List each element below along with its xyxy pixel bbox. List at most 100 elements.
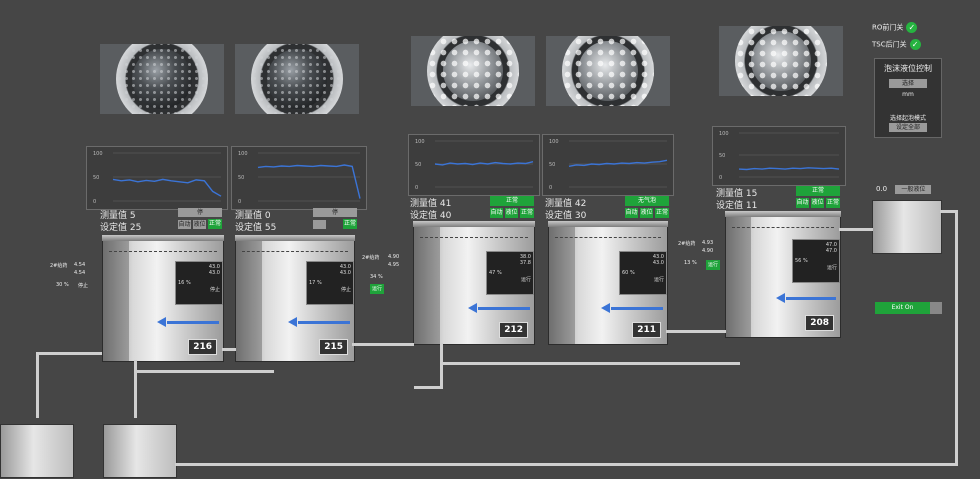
level-button[interactable]: 液位 [640,208,653,218]
check-icon: ✓ [906,22,918,33]
flow-arrow-icon [468,303,477,313]
set-label: 设定值 [545,211,573,221]
flow-arrow-icon [601,303,610,313]
y-tick-label: 50 [238,175,244,181]
trend-chart-216: 100 50 0 [86,146,228,210]
level-button[interactable]: 液位 [505,208,518,218]
status-ok-badge: 正常 [826,198,840,208]
tank-controller[interactable]: 43.0 43.0 16 % 停止 [175,261,223,305]
trend-line [738,167,840,171]
set-label: 设定值 [410,211,438,221]
level-indicator-button[interactable]: 一般液位 [895,185,932,194]
trend-chart-215: 100 50 0 [231,146,367,210]
set-all-button[interactable]: 设定全部 [889,123,927,132]
y-tick-label: 0 [415,185,418,191]
status-ok-badge: 正常 [655,208,669,218]
y-tick-label: 0 [549,185,552,191]
foam-unit: mm [902,91,914,98]
outlet-tank-middle[interactable] [103,424,177,478]
valve-run-badge: 运行 [706,260,720,270]
y-tick-label: 0 [719,175,722,181]
camera-view-208[interactable] [719,26,843,96]
pipe [666,330,726,333]
camera-view-211[interactable] [546,36,670,106]
mode-button[interactable]: 正常 [796,186,840,196]
camera-view-216[interactable] [100,44,224,114]
foam-mode-label: 选择起泡模式 [889,115,926,122]
set-label: 设定值 [716,201,744,211]
pipe [134,370,274,373]
set-value: 40 [439,211,452,221]
pipe [440,362,740,365]
trend-chart-211: 100 50 0 [542,134,674,196]
y-tick-label: 100 [93,151,103,157]
trend-line [434,161,534,166]
trend-chart-svg: 100 50 0 [549,139,668,191]
auto-button[interactable]: 自动 [178,220,191,229]
dosing-valve-1[interactable]: 2#给药 4.54 4.54 30 % 停止 [50,262,98,302]
exit-on-toggle[interactable]: Exit On [875,302,930,314]
tank-216[interactable]: 43.0 43.0 16 % 停止 216 [102,235,224,362]
flow-arrow [298,321,350,324]
pipe [36,352,102,355]
dosing-valve-2[interactable]: 2#给药 4.90 4.95 34 % 运行 [362,254,410,294]
camera-view-215[interactable] [235,44,359,114]
outlet-tank-left[interactable] [0,424,74,478]
tank-controller[interactable]: 47.0 47.0 56 % 运行 [792,239,840,283]
tank-controller[interactable]: 43.0 43.0 60 % 运行 [619,251,667,295]
y-tick-label: 0 [93,199,96,205]
trend-line [112,178,222,197]
tank-208[interactable]: 47.0 47.0 56 % 运行 208 [725,211,841,338]
pipe [134,360,137,418]
flow-arrow-icon [157,317,166,327]
set-value: 11 [745,201,758,211]
tank-number: 215 [319,339,348,355]
holding-tank-right[interactable] [872,200,942,254]
readout-215: 测量值 0 设定值 55 停 正常 [235,207,360,233]
trend-chart-svg: 100 50 0 [415,139,534,191]
foam-control-panel: 泡沫液位控制 选择 mm 选择起泡模式 设定全部 [874,58,942,138]
camera-view-212[interactable] [411,36,535,106]
auto-button[interactable]: 自动 [796,198,809,208]
check-icon: ✓ [909,39,921,50]
mode-button[interactable]: 正常 [490,196,534,206]
foam-select-button[interactable]: 选择 [889,79,927,88]
auto-button[interactable]: 自动 [490,208,503,218]
tank-controller[interactable]: 38.0 37.8 47 % 运行 [486,251,534,295]
flow-arrow [611,307,663,310]
trend-chart-svg: 100 50 0 [719,131,840,181]
level-button[interactable]: 液位 [193,220,206,229]
auto-button[interactable] [313,220,326,229]
dosing-valve-3[interactable]: 2#给药 4.93 4.90 13 % 运行 [678,240,724,280]
pipe [352,343,414,346]
tank-215[interactable]: 43.0 43.0 17 % 停止 215 [235,235,355,362]
set-value: 25 [129,223,142,233]
mode-button[interactable]: 停 [178,208,222,217]
right-level-label: 0.0 一般液位 [876,185,932,194]
tank-212[interactable]: 38.0 37.8 47 % 运行 212 [413,221,535,345]
flow-arrow [478,307,530,310]
pipe [440,343,443,387]
level-button[interactable]: 液位 [811,198,824,208]
y-tick-label: 50 [93,175,99,181]
trend-chart-svg: 100 50 0 [93,151,222,205]
pipe [414,386,443,389]
mode-button[interactable]: 停 [313,208,357,217]
flow-arrow [167,321,219,324]
tank-number: 208 [805,315,834,331]
trend-chart-212: 100 50 0 [408,134,540,196]
foam-panel-title: 泡沫液位控制 [884,64,932,73]
mode-button[interactable]: 无气泡 [625,196,669,206]
y-tick-label: 0 [238,199,241,205]
exit-toggle-switch[interactable] [930,302,942,314]
valve-run-badge: 运行 [370,284,384,294]
readout-211: 测量值 42 设定值 30 无气泡 自动 液位 正常 [545,195,673,221]
pipe [955,210,958,466]
y-tick-label: 100 [719,131,729,137]
readout-216: 测量值 5 设定值 25 停 自动 液位 正常 [100,207,225,233]
flow-arrow-icon [288,317,297,327]
tank-controller[interactable]: 43.0 43.0 17 % 停止 [306,261,354,305]
tank-211[interactable]: 43.0 43.0 60 % 运行 211 [548,221,668,345]
auto-button[interactable]: 自动 [625,208,638,218]
pipe [175,463,958,466]
